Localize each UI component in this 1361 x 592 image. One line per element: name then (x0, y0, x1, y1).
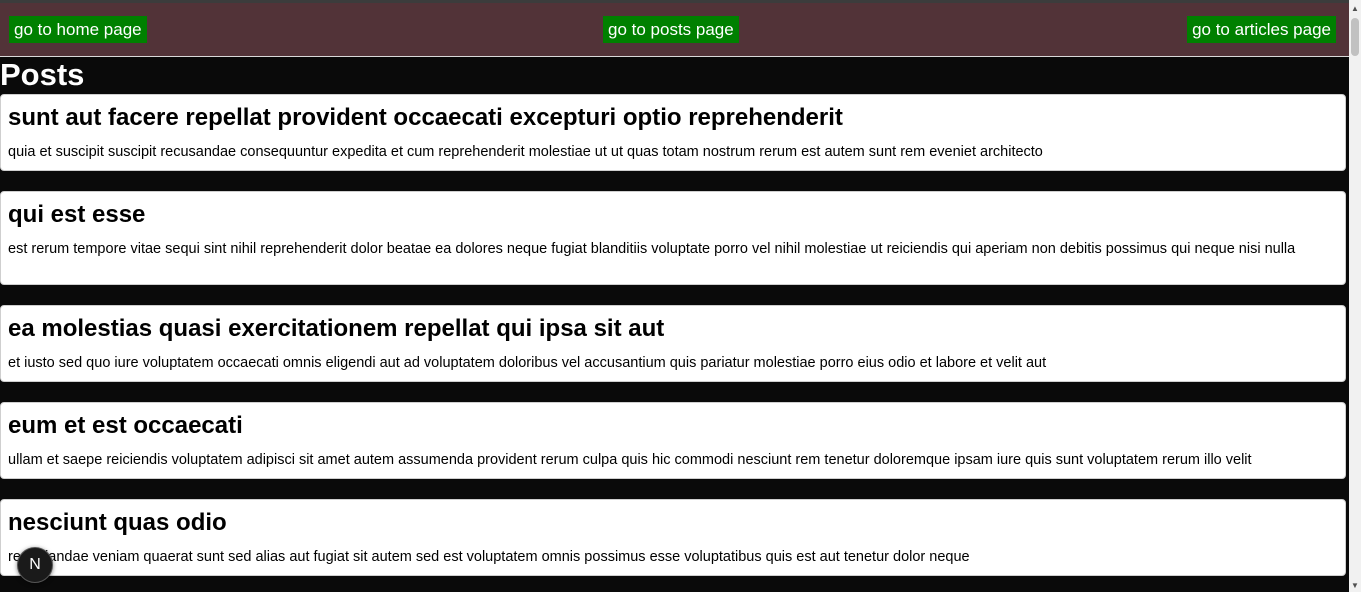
vertical-scrollbar[interactable]: ▲ ▼ (1349, 0, 1361, 592)
post-body: est rerum tempore vitae sequi sint nihil… (8, 241, 1296, 257)
post-card: eum et est occaecati ullam et saepe reic… (0, 402, 1346, 479)
post-body: quia et suscipit suscipit recusandae con… (8, 144, 1043, 160)
scroll-up-arrow-icon[interactable]: ▲ (1349, 3, 1361, 15)
home-page-button[interactable]: go to home page (9, 16, 147, 43)
post-title: sunt aut facere repellat provident occae… (8, 104, 843, 131)
post-card: sunt aut facere repellat provident occae… (0, 94, 1346, 171)
post-card: qui est esse est rerum tempore vitae seq… (0, 191, 1346, 285)
post-title: qui est esse (8, 201, 146, 228)
posts-page-button[interactable]: go to posts page (603, 16, 739, 43)
post-body: et iusto sed quo iure voluptatem occaeca… (8, 355, 1047, 371)
post-title: eum et est occaecati (8, 412, 243, 439)
articles-page-button[interactable]: go to articles page (1187, 16, 1336, 43)
page-title: Posts (0, 57, 85, 92)
top-nav-bar: go to home page go to posts page go to a… (0, 0, 1349, 57)
post-card: nesciunt quas odio repudiandae veniam qu… (0, 499, 1346, 576)
post-title: nesciunt quas odio (8, 509, 227, 536)
post-body: repudiandae veniam quaerat sunt sed alia… (8, 549, 970, 565)
post-title: ea molestias quasi exercitationem repell… (8, 315, 665, 342)
post-card: ea molestias quasi exercitationem repell… (0, 305, 1346, 382)
scroll-down-arrow-icon[interactable]: ▼ (1349, 580, 1361, 592)
nextjs-logo-icon[interactable]: N (17, 547, 53, 583)
post-body: ullam et saepe reiciendis voluptatem adi… (8, 452, 1252, 468)
scrollbar-thumb[interactable] (1351, 18, 1359, 56)
